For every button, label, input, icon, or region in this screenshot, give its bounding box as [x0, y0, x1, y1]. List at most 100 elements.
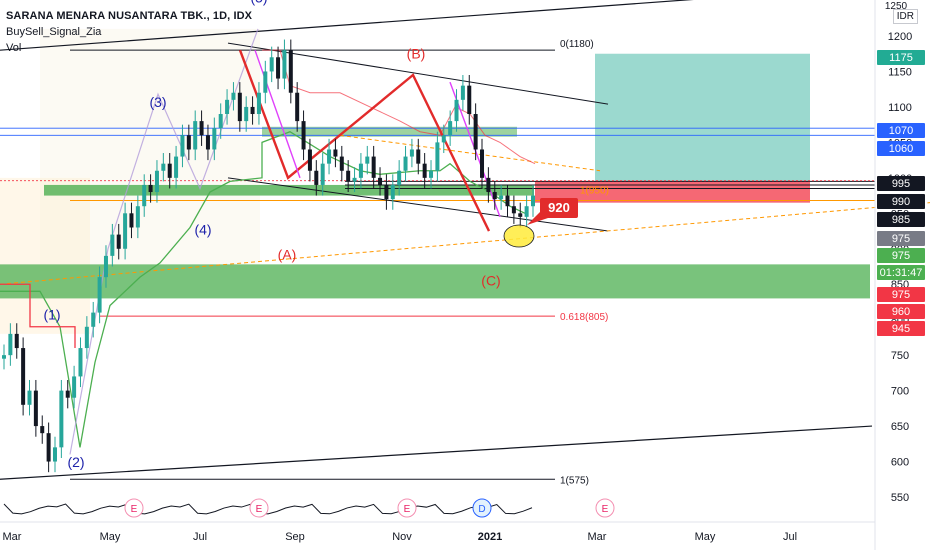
candle-body	[135, 206, 140, 228]
candle-body	[467, 85, 472, 115]
candle-body	[174, 156, 179, 178]
candle-body	[167, 163, 172, 178]
price-tag-label: 985	[892, 214, 910, 226]
candle-body	[295, 92, 300, 122]
price-tag-label: 1070	[889, 125, 913, 137]
candle-body	[511, 206, 516, 214]
candle-body	[142, 184, 147, 207]
candle-body	[231, 92, 236, 100]
candle-body	[499, 195, 504, 200]
candle-body	[256, 92, 261, 115]
candle-body	[288, 50, 293, 93]
candle-body	[186, 135, 191, 150]
candle-body	[441, 135, 446, 143]
wave-label: (B)	[407, 46, 426, 62]
candle-body	[180, 135, 185, 157]
candle-body	[8, 333, 13, 356]
candle-body	[116, 234, 121, 249]
candle-body	[390, 184, 395, 200]
candle-body	[346, 170, 351, 182]
candle-body	[218, 114, 223, 129]
y-tick-label: 550	[891, 492, 909, 504]
candle-body	[384, 184, 389, 200]
candle-body	[237, 92, 242, 122]
y-tick-label: 700	[891, 386, 909, 398]
symbol-title[interactable]: SARANA MENARA NUSANTARA TBK., 1D, IDX	[6, 9, 252, 23]
signal-price-box: 920	[540, 198, 578, 218]
price-tag-label: 990	[892, 196, 910, 208]
wave-label: (2)	[67, 454, 84, 470]
candle-body	[21, 348, 26, 405]
candle-body	[33, 390, 38, 427]
wave-label: (1)	[43, 307, 60, 323]
candle-body	[123, 213, 128, 249]
chart-area[interactable]: (1) (2) (3) (4) (5) (A) (B) (C) 0(1180) 0.618(805…	[0, 0, 932, 550]
wave-range-zone	[40, 28, 260, 271]
y-tick-label: 650	[891, 421, 909, 433]
event-marker-label: E	[602, 504, 609, 515]
signal-value-hint: 1(950)	[580, 185, 609, 196]
candle-body	[448, 121, 453, 136]
candle-body	[524, 206, 529, 217]
demand-zone	[0, 264, 870, 299]
fib-label-618: 0.618(805)	[560, 312, 608, 323]
candle-body	[276, 57, 281, 79]
candle-body	[371, 156, 376, 178]
candle-body	[205, 135, 210, 150]
candle-body	[97, 277, 102, 313]
fib-label-0: 0(1180)	[560, 39, 594, 50]
x-tick-label: Jul	[193, 531, 207, 543]
candle-body	[282, 50, 287, 79]
y-tick-label: 1100	[888, 102, 912, 114]
x-tick-label: Sep	[285, 531, 305, 543]
lower-channel-line	[0, 425, 873, 480]
volume-legend[interactable]: Vol	[6, 41, 21, 55]
candle-body	[378, 177, 383, 185]
candle-body	[129, 213, 134, 228]
candle-body	[397, 170, 402, 185]
event-marker-label: D	[478, 504, 485, 515]
candle-body	[416, 149, 421, 164]
candle-body	[473, 114, 478, 150]
candle-body	[320, 163, 325, 185]
x-tick-label: May	[100, 531, 121, 543]
price-tag-label: 975	[892, 289, 910, 301]
candle-body	[27, 390, 32, 405]
candle-body	[403, 156, 408, 171]
price-tag-label: 975	[892, 233, 910, 245]
candle-body	[480, 149, 485, 178]
candle-body	[314, 170, 319, 185]
fib-label-1: 1(575)	[560, 475, 589, 486]
candle-body	[460, 85, 465, 100]
candle-body	[91, 312, 96, 327]
candle-body	[505, 195, 510, 207]
price-tag-label: 1175	[889, 52, 913, 64]
price-tag-label: 975	[892, 250, 910, 262]
candle-body	[429, 170, 434, 178]
candle-body	[212, 128, 217, 150]
chart-canvas[interactable]: (1) (2) (3) (4) (5) (A) (B) (C) 0(1180) 0.618(805…	[0, 0, 932, 550]
candle-body	[199, 121, 204, 136]
candle-body	[72, 376, 77, 398]
candle-body	[492, 192, 497, 200]
wave-label: (3)	[149, 94, 166, 110]
candle-body	[161, 163, 166, 171]
candle-body	[103, 255, 108, 278]
candle-body	[65, 390, 70, 398]
wave-label: (4)	[194, 222, 211, 238]
currency-badge[interactable]: IDR	[892, 9, 918, 24]
candle-body	[486, 177, 491, 193]
indicator-legend[interactable]: BuySell_Signal_Zia	[6, 25, 101, 39]
candle-body	[14, 333, 19, 349]
y-tick-label: 1150	[888, 66, 912, 78]
orange-wedge-dashed	[339, 134, 601, 172]
candle-body	[307, 149, 312, 171]
candle-body	[409, 149, 414, 157]
price-tag-label: 1060	[889, 143, 913, 155]
candle-body	[352, 177, 357, 182]
signal-ellipse	[503, 224, 535, 248]
candle-body	[250, 106, 255, 115]
event-marker-label: E	[131, 504, 138, 515]
wave-label: (C)	[481, 273, 500, 289]
candle-body	[358, 163, 363, 178]
